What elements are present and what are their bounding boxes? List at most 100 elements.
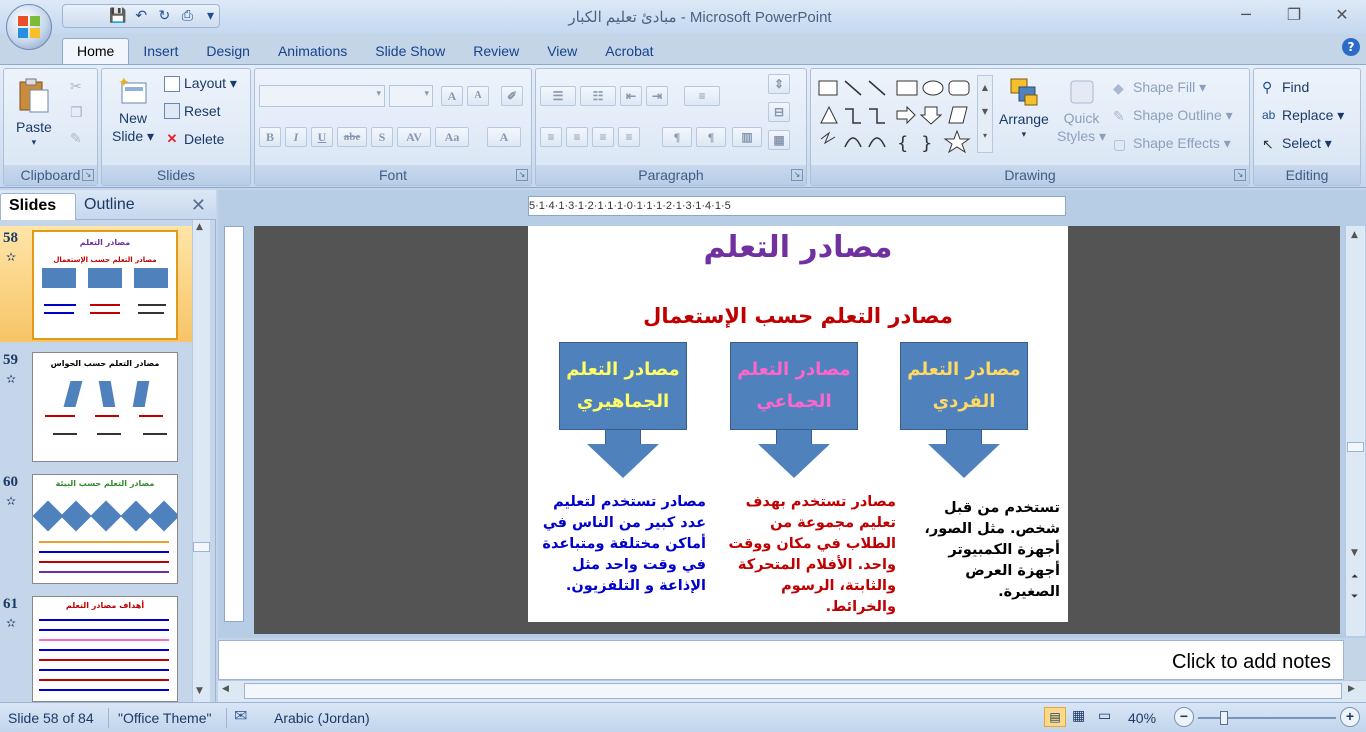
- drawing-launcher-icon[interactable]: ↘: [1234, 169, 1246, 181]
- next-slide-icon[interactable]: ⏷: [1351, 592, 1358, 602]
- zoom-out-icon[interactable]: −: [1174, 707, 1194, 727]
- quick-print-icon[interactable]: ⎙: [179, 7, 196, 25]
- office-button[interactable]: [6, 4, 52, 50]
- font-color-button[interactable]: A: [487, 127, 521, 147]
- text-direction-button[interactable]: ⇕: [768, 74, 790, 94]
- panel-scrollbar[interactable]: ▲ ▼: [192, 220, 210, 702]
- justify-button[interactable]: ≡: [618, 127, 640, 147]
- copy-icon[interactable]: ❐: [70, 105, 83, 121]
- zoom-slider-track[interactable]: [1198, 717, 1336, 719]
- tab-review[interactable]: Review: [459, 39, 533, 64]
- font-launcher-icon[interactable]: ↘: [516, 169, 528, 181]
- delete-button[interactable]: ✕ Delete: [164, 131, 225, 147]
- underline-button[interactable]: U: [311, 127, 333, 147]
- previous-slide-icon[interactable]: ⏶: [1351, 572, 1358, 582]
- close-button[interactable]: ✕: [1328, 5, 1356, 25]
- strikethrough-button[interactable]: abe: [337, 127, 367, 147]
- undo-icon[interactable]: ↶: [133, 7, 150, 25]
- shapes-gallery[interactable]: { }: [817, 77, 989, 157]
- notes-pane[interactable]: Click to add notes: [218, 640, 1344, 680]
- center-button[interactable]: ≡: [566, 127, 588, 147]
- restore-button[interactable]: ❐: [1280, 5, 1308, 25]
- slide-scrollbar[interactable]: ▲ ▼ ⏶ ⏷: [1345, 226, 1365, 636]
- callout-group[interactable]: مصادر التعلم الجماعي: [730, 342, 858, 478]
- scroll-thumb[interactable]: [244, 683, 1342, 699]
- slide-thumbnail-61[interactable]: 61 ✫ أهداف مصادر التعلم: [0, 592, 194, 702]
- font-size-combo[interactable]: [389, 85, 433, 107]
- bold-button[interactable]: B: [259, 127, 281, 147]
- tab-slide-show[interactable]: Slide Show: [361, 39, 459, 64]
- smartart-button[interactable]: ▦: [768, 130, 790, 150]
- ltr-button[interactable]: ¶: [662, 127, 692, 147]
- scroll-up-icon[interactable]: ▲: [196, 222, 203, 232]
- description-individual[interactable]: تستخدم من قبل شخص. مثل الصور، أجهزة الكم…: [920, 498, 1060, 603]
- numbering-button[interactable]: ☷: [580, 86, 616, 106]
- scroll-up-icon[interactable]: ▲: [1351, 230, 1358, 240]
- redo-icon[interactable]: ↻: [156, 7, 173, 25]
- select-button[interactable]: ↖ Select ▾: [1262, 135, 1332, 152]
- scroll-left-icon[interactable]: ◀: [222, 684, 229, 694]
- callout-individual[interactable]: مصادر التعلم الفردي: [900, 342, 1028, 478]
- reset-button[interactable]: Reset: [164, 103, 221, 119]
- description-group[interactable]: مصادر تستخدم بهدف تعليم مجموعة من الطلاب…: [724, 492, 896, 618]
- align-text-button[interactable]: ⊟: [768, 102, 790, 122]
- replace-button[interactable]: ab Replace ▾: [1262, 107, 1344, 124]
- tab-acrobat[interactable]: Acrobat: [591, 39, 667, 64]
- decrease-indent-button[interactable]: ⇤: [620, 86, 642, 106]
- align-right-button[interactable]: ≡: [592, 127, 614, 147]
- slide-show-icon[interactable]: ▭: [1098, 707, 1111, 724]
- align-left-button[interactable]: ≡: [540, 127, 562, 147]
- help-icon[interactable]: ?: [1342, 38, 1360, 56]
- panel-close-icon[interactable]: ✕: [191, 195, 206, 216]
- font-family-combo[interactable]: [259, 85, 385, 107]
- customize-qat-icon[interactable]: ▾: [202, 7, 219, 25]
- callout-mass[interactable]: مصادر التعلم الجماهيري: [559, 342, 687, 478]
- shape-outline-button[interactable]: ✎ Shape Outline ▾: [1113, 107, 1233, 124]
- zoom-in-icon[interactable]: +: [1340, 707, 1360, 727]
- rtl-button[interactable]: ¶: [696, 127, 726, 147]
- shape-effects-button[interactable]: ▢ Shape Effects ▾: [1113, 135, 1231, 152]
- arrange-button[interactable]: Arrange ▾: [999, 75, 1049, 140]
- slide-thumbnail-60[interactable]: 60 ✫ مصادر التعلم حسب البيئة: [0, 470, 194, 586]
- save-icon[interactable]: 💾: [109, 7, 126, 25]
- zoom-level[interactable]: 40%: [1128, 710, 1156, 726]
- zoom-slider-thumb[interactable]: [1220, 711, 1228, 725]
- increase-indent-button[interactable]: ⇥: [646, 86, 668, 106]
- slide-thumbnail-58[interactable]: 58 ✫ مصادر التعلم مصادر التعلم حسب الإست…: [0, 226, 194, 342]
- columns-button[interactable]: ▥: [732, 127, 762, 147]
- line-spacing-button[interactable]: ≡: [684, 86, 720, 106]
- clear-formatting-icon[interactable]: ✐: [501, 86, 523, 106]
- spelling-check-icon[interactable]: ✉: [234, 706, 247, 726]
- horizontal-scrollbar[interactable]: ◀ ▶: [218, 680, 1366, 702]
- tab-insert[interactable]: Insert: [129, 39, 192, 64]
- tab-home[interactable]: Home: [62, 38, 130, 64]
- tab-outline[interactable]: Outline: [76, 193, 143, 220]
- tab-slides[interactable]: Slides: [0, 193, 76, 220]
- format-painter-icon[interactable]: ✎: [70, 131, 82, 147]
- bullets-button[interactable]: ☰: [540, 86, 576, 106]
- paragraph-launcher-icon[interactable]: ↘: [791, 169, 803, 181]
- shape-fill-button[interactable]: ◆ Shape Fill ▾: [1113, 79, 1206, 96]
- shrink-font-icon[interactable]: A: [467, 86, 489, 106]
- change-case-button[interactable]: Aa: [435, 127, 469, 147]
- tab-animations[interactable]: Animations: [264, 39, 361, 64]
- find-button[interactable]: ⚲ Find: [1262, 79, 1309, 95]
- slide-title[interactable]: مصادر التعلم: [528, 230, 1068, 265]
- paste-button[interactable]: Paste ▾: [16, 75, 52, 148]
- normal-view-icon[interactable]: ▤: [1044, 707, 1066, 727]
- shapes-more-icon[interactable]: ▲ ▼ ▾: [977, 75, 993, 153]
- language-indicator[interactable]: Arabic (Jordan): [274, 710, 370, 726]
- minimize-button[interactable]: ─: [1232, 5, 1260, 25]
- scroll-down-icon[interactable]: ▼: [196, 686, 203, 696]
- italic-button[interactable]: I: [285, 127, 307, 147]
- slide[interactable]: مصادر التعلم مصادر التعلم حسب الإستعمال …: [528, 226, 1068, 622]
- quick-styles-button[interactable]: Quick Styles ▾: [1057, 75, 1106, 145]
- cut-icon[interactable]: ✂: [70, 79, 82, 95]
- clipboard-launcher-icon[interactable]: ↘: [82, 169, 94, 181]
- character-spacing-button[interactable]: AV: [397, 127, 431, 147]
- slide-thumbnail-59[interactable]: 59 ✫ مصادر التعلم حسب الحواس: [0, 348, 194, 464]
- tab-design[interactable]: Design: [192, 39, 264, 64]
- slide-sorter-icon[interactable]: ▦: [1072, 707, 1085, 724]
- tab-view[interactable]: View: [533, 39, 591, 64]
- scroll-down-icon[interactable]: ▼: [1351, 548, 1358, 558]
